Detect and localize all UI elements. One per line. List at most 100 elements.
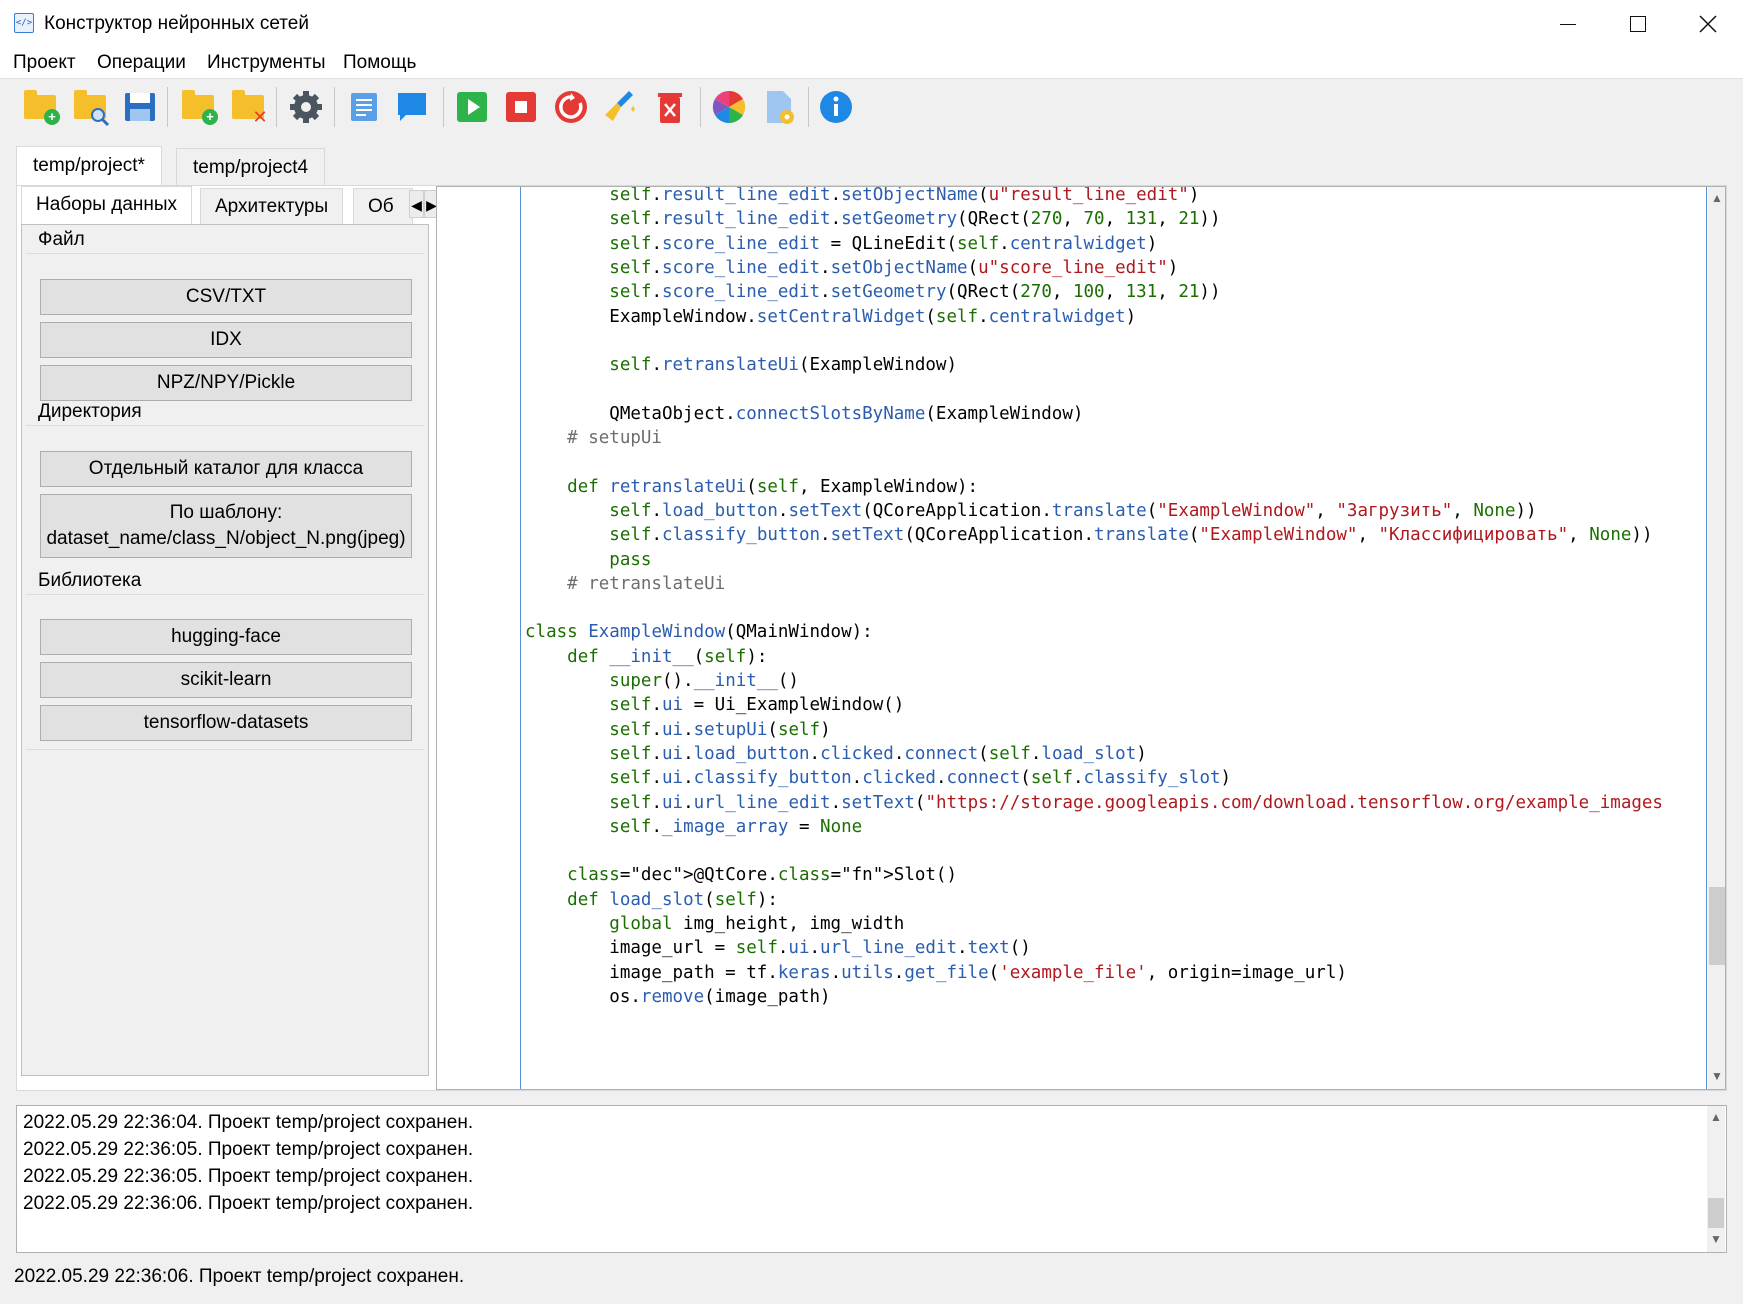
scroll-up-icon[interactable]: ▲ <box>1707 1110 1725 1128</box>
log-line: 2022.05.29 22:36:05. Проект temp/project… <box>23 1166 474 1187</box>
code-area[interactable]: self.result_line_edit.setObjectName(u"re… <box>437 187 1706 1089</box>
remove-folder-button[interactable]: ✕ <box>228 87 268 127</box>
menu-operations[interactable]: Операции <box>97 52 186 74</box>
code-line: QMetaObject.connectSlotsByName(ExampleWi… <box>525 403 1084 424</box>
window-title: Конструктор нейронных сетей <box>44 13 309 34</box>
code-line: self.ui.load_button.clicked.connect(self… <box>609 743 1147 764</box>
scrollbar-thumb[interactable] <box>1708 1198 1724 1228</box>
group-divider <box>26 425 424 426</box>
code-line: global img_height, img_width <box>609 914 905 934</box>
info-icon <box>820 91 852 123</box>
code-line: image_url = self.ui.url_line_edit.text() <box>525 938 1031 959</box>
clean-icon <box>605 91 635 121</box>
toolbar-separator <box>334 87 335 127</box>
comment-button[interactable] <box>392 87 432 127</box>
template-button-line1: По шаблону: <box>169 502 283 523</box>
group-directory-title: Директория <box>38 401 142 422</box>
scroll-down-icon[interactable]: ▼ <box>1708 1069 1725 1087</box>
log-panel[interactable]: 2022.05.29 22:36:04. Проект temp/project… <box>16 1105 1727 1253</box>
save-button[interactable] <box>120 87 160 127</box>
delete-button[interactable] <box>650 87 690 127</box>
project-panel: Наборы данных Архитектуры Об ◀ ▶ Файл CS… <box>16 185 1727 1091</box>
code-line: self.ui.url_line_edit.setText("https://s… <box>609 792 1663 813</box>
code-line: self.ui = Ui_ExampleWindow() <box>609 695 905 716</box>
code-line: pass <box>609 549 652 570</box>
menu-bar: Проект Операции Инструменты Помощь <box>0 48 1743 78</box>
delete-icon <box>658 93 682 123</box>
document-button[interactable] <box>344 87 384 127</box>
maximize-button[interactable] <box>1603 0 1673 48</box>
tab-training[interactable]: Об <box>353 188 413 226</box>
log-line: 2022.05.29 22:36:04. Проект temp/project… <box>23 1112 474 1133</box>
settings-icon <box>290 91 322 123</box>
scikit-learn-button[interactable]: scikit-learn <box>40 662 412 698</box>
npz-npy-pickle-button[interactable]: NPZ/NPY/Pickle <box>40 365 412 401</box>
code-line: self.ui.classify_button.clicked.connect(… <box>609 768 1232 789</box>
app-icon: </> <box>14 13 34 33</box>
code-line: os.remove(image_path) <box>525 986 831 1007</box>
menu-tools[interactable]: Инструменты <box>207 52 325 74</box>
code-line: # setupUi <box>525 428 662 448</box>
menu-project[interactable]: Проект <box>13 52 76 74</box>
title-bar: </> Конструктор нейронных сетей <box>0 0 1743 48</box>
template-directory-button[interactable]: По шаблону: dataset_name/class_N/object_… <box>40 494 412 558</box>
code-line: self.result_line_edit.setGeometry(QRect(… <box>609 209 1221 230</box>
toolbar-separator <box>700 87 701 127</box>
toolbar-separator <box>443 87 444 127</box>
edge-line <box>1706 187 1707 1089</box>
restart-button[interactable] <box>551 87 591 127</box>
tab-scroll-arrows: ◀ ▶ <box>409 190 439 218</box>
code-line: self.score_line_edit.setObjectName(u"sco… <box>609 257 1179 278</box>
info-button[interactable] <box>816 87 856 127</box>
code-line: def __init__(self): <box>567 646 768 667</box>
menu-help[interactable]: Помощь <box>343 52 416 74</box>
close-button[interactable] <box>1673 0 1743 48</box>
code-editor[interactable]: self.result_line_edit.setObjectName(u"re… <box>436 186 1726 1090</box>
tab-architectures[interactable]: Архитектуры <box>200 188 344 226</box>
tab-scroll-left-icon[interactable]: ◀ <box>409 190 424 218</box>
open-project-button[interactable] <box>70 87 110 127</box>
clean-button[interactable] <box>601 87 641 127</box>
tensorflow-datasets-button[interactable]: tensorflow-datasets <box>40 705 412 741</box>
code-line: self.classify_button.setText(QCoreApplic… <box>609 525 1653 546</box>
code-line: self.score_line_edit.setGeometry(QRect(2… <box>609 282 1221 303</box>
code-line: self.retranslateUi(ExampleWindow) <box>609 355 958 376</box>
datasets-panel: Файл CSV/TXT IDX NPZ/NPY/Pickle Директор… <box>21 224 429 1076</box>
group-divider <box>26 253 424 254</box>
code-line: ExampleWindow.setCentralWidget(self.cent… <box>525 306 1137 327</box>
code-line: super().__init__() <box>609 671 799 691</box>
minimize-button[interactable] <box>1533 0 1603 48</box>
csv-txt-button[interactable]: CSV/TXT <box>40 279 412 315</box>
scroll-down-icon[interactable]: ▼ <box>1707 1232 1725 1250</box>
stop-icon <box>506 92 536 122</box>
file-settings-icon <box>767 91 794 124</box>
tab-datasets[interactable]: Наборы данных <box>21 186 193 226</box>
group-file-title: Файл <box>38 229 85 250</box>
code-line: def retranslateUi(self, ExampleWindow): <box>567 476 979 497</box>
toolbar-separator <box>167 87 168 127</box>
scrollbar-thumb[interactable] <box>1709 887 1725 965</box>
add-folder-button[interactable]: + <box>178 87 218 127</box>
scroll-up-icon[interactable]: ▲ <box>1708 191 1725 209</box>
file-settings-button[interactable] <box>759 87 799 127</box>
color-palette-button[interactable] <box>709 87 749 127</box>
stop-button[interactable] <box>501 87 541 127</box>
class-directory-button[interactable]: Отдельный каталог для класса <box>40 451 412 487</box>
run-button[interactable] <box>452 87 492 127</box>
tab-temp-project[interactable]: temp/project* <box>16 146 162 188</box>
group-divider <box>26 749 424 750</box>
minimize-icon <box>1560 23 1576 25</box>
new-project-button[interactable]: + <box>20 87 60 127</box>
color-palette-icon <box>712 90 746 124</box>
tab-temp-project4[interactable]: temp/project4 <box>176 148 326 186</box>
maximize-icon <box>1630 16 1646 32</box>
group-divider <box>26 594 424 595</box>
log-line: 2022.05.29 22:36:06. Проект temp/project… <box>23 1193 474 1214</box>
save-icon <box>125 93 155 121</box>
hugging-face-button[interactable]: hugging-face <box>40 619 412 655</box>
editor-scrollbar[interactable]: ▲ ▼ <box>1708 187 1725 1089</box>
settings-button[interactable] <box>286 87 326 127</box>
idx-button[interactable]: IDX <box>40 322 412 358</box>
toolbar: + + ✕ <box>0 78 1743 134</box>
log-scrollbar[interactable]: ▲ ▼ <box>1707 1106 1725 1252</box>
